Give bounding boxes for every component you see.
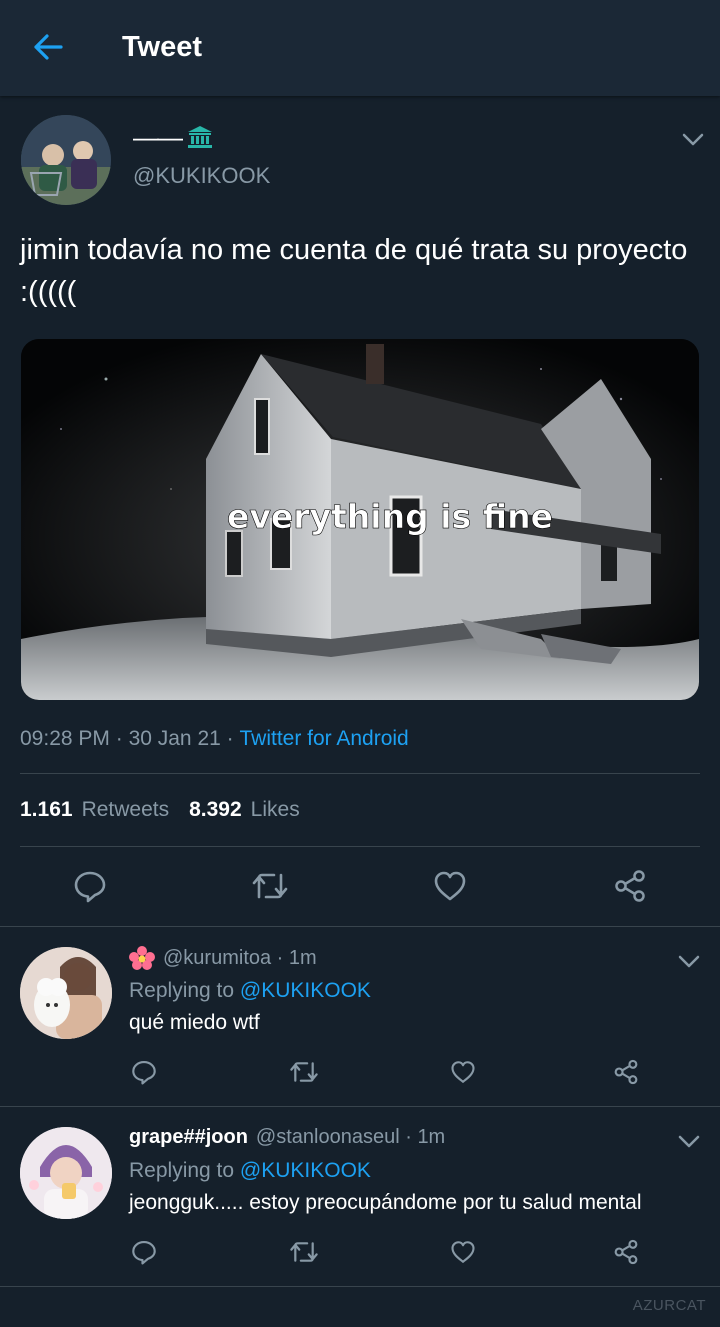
reply-header: @kurumitoa · 1m — [129, 946, 317, 970]
chevron-down-icon — [678, 955, 700, 968]
heart-icon — [434, 871, 466, 901]
comment-icon — [74, 871, 106, 903]
divider — [20, 846, 700, 847]
replying-to: Replying to @KUKIKOOK — [129, 979, 371, 1003]
tweet-media[interactable]: everything is fine — [21, 339, 699, 700]
reply-button[interactable] — [66, 864, 114, 908]
share-button[interactable] — [606, 864, 654, 908]
reply-tweet[interactable]: @kurumitoa · 1m Replying to @KUKIKOOK qu… — [0, 927, 720, 1107]
retweet-icon — [290, 1062, 318, 1082]
reply-tweet[interactable]: grape##joon @stanloonaseul · 1m Replying… — [0, 1107, 720, 1287]
like-button[interactable] — [443, 1054, 483, 1090]
chevron-down-icon — [678, 1135, 700, 1148]
author-name-row[interactable]: —— — [133, 122, 213, 152]
avatar-image — [20, 947, 112, 1039]
like-button[interactable] — [426, 864, 474, 908]
share-icon — [614, 1059, 638, 1085]
tweet-meta: 09:28 PM · 30 Jan 21 · Twitter for Andro… — [20, 727, 409, 751]
tweet-more-button[interactable] — [678, 125, 708, 155]
comment-icon — [132, 1060, 156, 1085]
time-separator: · — [399, 1126, 418, 1148]
tweet-date: 30 Jan 21 — [128, 727, 221, 750]
arrow-left-icon — [34, 34, 63, 60]
reply-button[interactable] — [124, 1054, 164, 1090]
reply-time: 1m — [417, 1126, 446, 1148]
reply-more-button[interactable] — [674, 947, 704, 977]
tweet-text: jimin todavía no me cuenta de qué trata … — [20, 234, 688, 308]
back-button[interactable] — [26, 27, 70, 67]
reply-handle[interactable]: @stanloonaseul — [256, 1126, 400, 1149]
replying-to-prefix: Replying to — [129, 1159, 235, 1182]
share-icon — [615, 870, 645, 902]
flower-icon — [129, 946, 155, 970]
reply-text: jeongguk..... estoy preocupándome por tu… — [129, 1191, 642, 1214]
reply-more-button[interactable] — [674, 1127, 704, 1157]
reply-time: 1m — [288, 946, 317, 969]
comment-icon — [132, 1240, 156, 1265]
avatar-image — [21, 115, 111, 205]
top-bar: Tweet — [0, 0, 720, 96]
author-display-name: —— — [133, 121, 183, 152]
tweet-time: 09:28 PM — [20, 727, 110, 750]
media-caption-text: everything is fine — [227, 497, 553, 536]
likes-count[interactable]: 8.392 — [189, 798, 242, 822]
author-handle[interactable]: @KUKIKOOK — [133, 163, 270, 189]
reply-handle[interactable]: @kurumitoa — [163, 947, 271, 970]
retweet-icon — [290, 1242, 318, 1262]
tweet-stats: 1.161 Retweets 8.392 Likes — [20, 798, 320, 822]
retweet-icon — [252, 873, 288, 899]
reply-avatar[interactable] — [20, 947, 112, 1039]
retweet-button[interactable] — [284, 1234, 324, 1270]
retweets-count[interactable]: 1.161 — [20, 798, 73, 822]
heart-icon — [451, 1061, 475, 1083]
reply-avatar[interactable] — [20, 1127, 112, 1219]
replying-to-handle[interactable]: @KUKIKOOK — [240, 1159, 371, 1182]
author-avatar[interactable] — [21, 115, 111, 205]
replying-to-handle[interactable]: @KUKIKOOK — [240, 979, 371, 1002]
avatar-image — [20, 1127, 112, 1219]
media-caption: everything is fine — [227, 497, 554, 537]
divider — [20, 773, 700, 774]
page-title: Tweet — [122, 31, 203, 63]
retweet-button[interactable] — [246, 864, 294, 908]
watermark: AZURCAT — [632, 1297, 706, 1314]
likes-label[interactable]: Likes — [251, 798, 300, 822]
time-separator: · — [271, 946, 289, 969]
chevron-down-icon — [682, 133, 704, 146]
share-button[interactable] — [606, 1054, 646, 1090]
replying-to-prefix: Replying to — [129, 979, 235, 1002]
like-button[interactable] — [443, 1234, 483, 1270]
tweet-source-link[interactable]: Twitter for Android — [239, 727, 408, 751]
replying-to: Replying to @KUKIKOOK — [129, 1159, 371, 1183]
reply-header: grape##joon @stanloonaseul · 1m — [129, 1126, 445, 1149]
bank-icon — [187, 125, 213, 149]
share-button[interactable] — [606, 1234, 646, 1270]
meta-separator: · — [109, 727, 129, 750]
retweet-button[interactable] — [284, 1054, 324, 1090]
retweets-label[interactable]: Retweets — [82, 798, 170, 822]
reply-display-name[interactable]: grape##joon — [129, 1126, 248, 1149]
share-icon — [614, 1239, 638, 1265]
reply-text: qué miedo wtf — [129, 1011, 260, 1034]
divider — [0, 1286, 720, 1287]
heart-icon — [451, 1241, 475, 1263]
reply-button[interactable] — [124, 1234, 164, 1270]
meta-separator: · — [220, 727, 240, 750]
